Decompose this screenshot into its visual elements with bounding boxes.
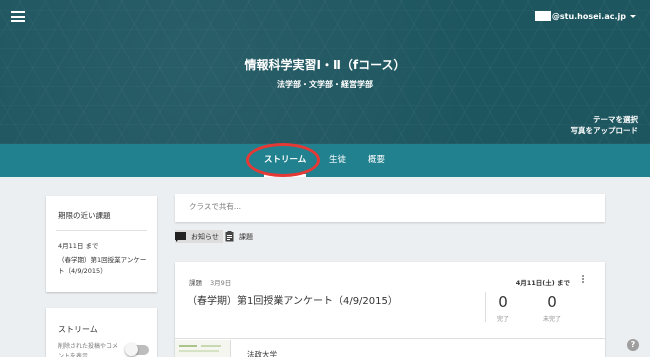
upcoming-title: 期限の近い課題 xyxy=(58,211,111,220)
course-title: 情報科学実習Ⅰ・Ⅱ（fコース） xyxy=(244,58,406,72)
redacted-username xyxy=(534,11,551,21)
post-kind: 課題 xyxy=(189,279,202,287)
help-icon[interactable]: ? xyxy=(627,339,639,351)
course-subtitle: 法学部・文学部・経営学部 xyxy=(277,80,373,89)
assignment-post[interactable]: 課題 3月9日 4月11日(土) まで （春学期）第1回授業アンケート（4/9/… xyxy=(175,262,605,357)
stream-title: ストリーム xyxy=(58,325,98,334)
done-counter[interactable]: 0 完了 xyxy=(488,293,518,323)
post-date: 3月9日 xyxy=(210,279,232,287)
theme-links[interactable]: テーマを選択 写真をアップロード xyxy=(571,114,639,136)
upload-photo-link[interactable]: 写真をアップロード xyxy=(571,125,639,136)
share-input[interactable] xyxy=(189,202,489,211)
upcoming-due: 4月11日 まで xyxy=(58,242,99,250)
announcement-button[interactable]: お知らせ xyxy=(175,230,223,243)
tab-bar: ストリーム 生徒 概要 xyxy=(0,144,650,177)
done-label: 完了 xyxy=(496,316,509,323)
stream-description: 削除された投稿やコメントを表示 xyxy=(58,343,119,357)
tab-stream[interactable]: ストリーム xyxy=(264,144,307,177)
account-email: @stu.hosei.ac.jp xyxy=(551,11,626,21)
toggle-knob xyxy=(125,343,138,356)
share-box[interactable] xyxy=(175,194,605,222)
assignment-label: 課題 xyxy=(239,232,253,241)
select-theme-link[interactable]: テーマを選択 xyxy=(571,114,638,125)
menu-icon[interactable] xyxy=(11,11,25,22)
announcement-label: お知らせ xyxy=(191,232,219,241)
divider xyxy=(175,338,605,339)
done-count: 0 xyxy=(498,293,508,311)
account-menu[interactable]: @stu.hosei.ac.jp xyxy=(534,10,636,22)
attachment-thumbnail[interactable] xyxy=(175,340,231,357)
post-title[interactable]: （春学期）第1回授業アンケート（4/9/2015） xyxy=(187,292,398,307)
notdone-counter[interactable]: 0 未完了 xyxy=(537,293,567,323)
notdone-label: 未完了 xyxy=(542,316,561,323)
show-deleted-toggle[interactable] xyxy=(125,343,149,356)
stream-settings-card: ストリーム 削除された投稿やコメントを表示 xyxy=(46,308,157,357)
attachment-name[interactable]: 法政大学 xyxy=(247,349,277,357)
divider xyxy=(485,292,486,322)
assignment-icon xyxy=(225,231,234,242)
tab-about[interactable]: 概要 xyxy=(368,144,385,177)
upcoming-card: 期限の近い課題 4月11日 まで （春学期）第1回授業アンケート（4/9/201… xyxy=(46,196,157,292)
notdone-count: 0 xyxy=(547,293,557,311)
post-due: 4月11日(土) まで xyxy=(515,279,570,287)
tab-students[interactable]: 生徒 xyxy=(329,144,346,177)
assignment-button[interactable]: 課題 xyxy=(225,230,253,243)
caret-down-icon xyxy=(630,14,636,18)
announcement-icon xyxy=(175,231,186,242)
more-vert-icon[interactable] xyxy=(579,274,587,286)
divider xyxy=(56,230,147,231)
upcoming-assignment-link[interactable]: （春学期）第1回授業アンケート（4/9/2015） xyxy=(58,255,148,277)
